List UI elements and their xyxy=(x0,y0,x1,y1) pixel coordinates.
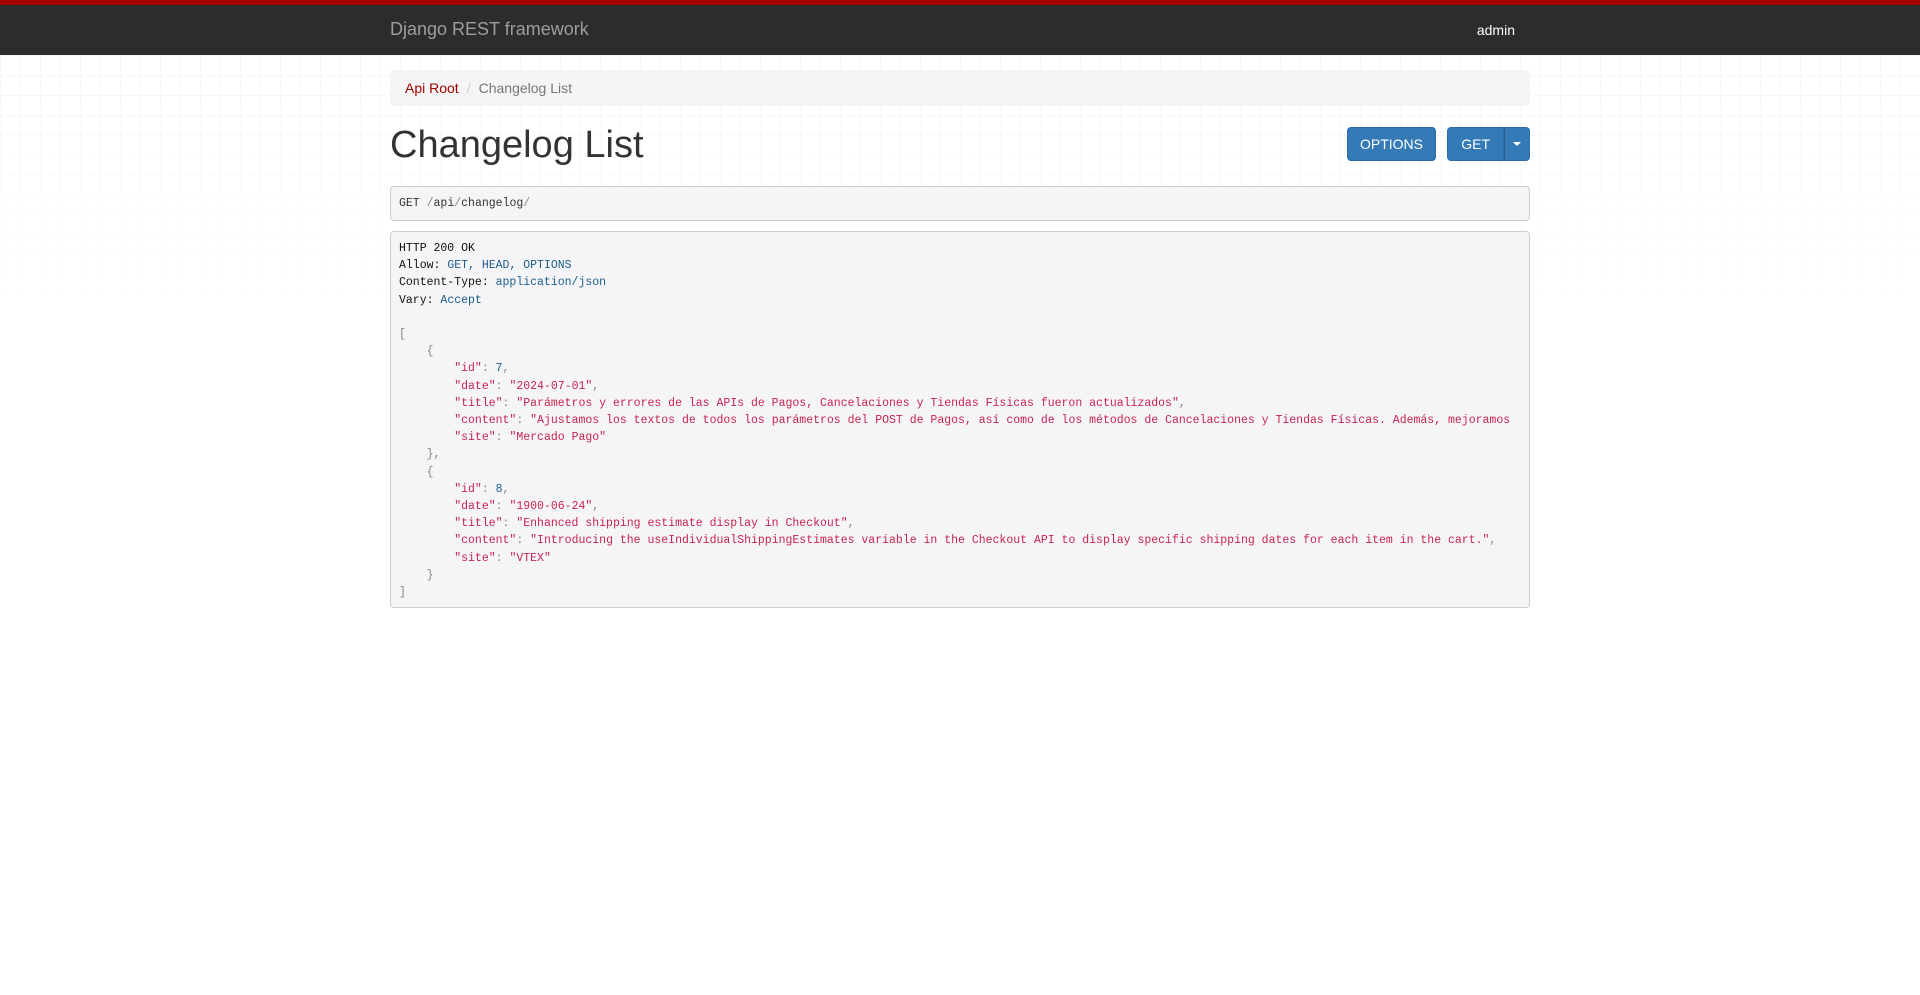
path-segment[interactable]: api xyxy=(434,197,455,210)
caret-down-icon xyxy=(1513,142,1521,146)
options-button[interactable]: OPTIONS xyxy=(1346,127,1436,161)
header-name: Content-Type: xyxy=(399,276,489,290)
json-bracket: [ xyxy=(399,328,406,342)
page-header: Changelog List OPTIONS GET xyxy=(390,106,1530,186)
json-value-title: "Parámetros y errores de las APIs de Pag… xyxy=(516,396,1179,410)
json-value-title: "Enhanced shipping estimate display in C… xyxy=(516,517,848,531)
header-value: application/json xyxy=(495,276,607,290)
json-value-site: "VTEX" xyxy=(509,551,551,565)
json-value-date: "1900-06-24" xyxy=(509,500,593,514)
json-key: "title" xyxy=(454,396,503,410)
json-value-content: "Ajustamos los textos de todos los parám… xyxy=(530,414,1511,428)
user-menu[interactable]: admin xyxy=(1477,22,1515,38)
json-key: "id" xyxy=(454,362,482,376)
json-brace: { xyxy=(426,465,434,479)
get-format-dropdown-button[interactable] xyxy=(1504,127,1530,161)
path-separator: / xyxy=(426,197,434,210)
get-button[interactable]: GET xyxy=(1447,127,1504,161)
header-name: Vary: xyxy=(399,293,434,307)
json-value-date: "2024-07-01" xyxy=(509,379,593,393)
main-content: Api Root / Changelog List Changelog List… xyxy=(390,70,1530,609)
header-value: GET, HEAD, OPTIONS xyxy=(447,259,572,273)
json-key: "date" xyxy=(454,379,496,393)
breadcrumb-api-root[interactable]: Api Root xyxy=(405,80,459,96)
get-button-group: GET xyxy=(1447,127,1530,161)
json-key: "site" xyxy=(454,431,496,445)
json-brace: }, xyxy=(426,448,441,462)
path-segment[interactable]: changelog xyxy=(461,197,523,210)
path-separator: / xyxy=(523,197,531,210)
header-name: Allow: xyxy=(399,259,441,273)
request-info: GET /api/changelog/ xyxy=(390,186,1530,221)
json-key: "content" xyxy=(454,414,517,428)
json-value-site: "Mercado Pago" xyxy=(509,431,607,445)
breadcrumb-separator: / xyxy=(466,80,471,96)
navbar: Django REST framework admin xyxy=(0,0,1920,55)
request-method: GET xyxy=(399,197,420,210)
response-info: HTTP 200 OK Allow: GET, HEAD, OPTIONS Co… xyxy=(390,231,1530,609)
json-value-content: "Introducing the useIndividualShippingEs… xyxy=(530,534,1490,548)
json-bracket: ] xyxy=(399,586,406,600)
breadcrumb-current: Changelog List xyxy=(478,80,572,96)
json-value-id: 7 xyxy=(495,362,503,376)
json-key: "date" xyxy=(454,500,496,514)
json-brace: { xyxy=(426,345,434,359)
json-key: "site" xyxy=(454,551,496,565)
brand-link[interactable]: Django REST framework xyxy=(390,19,589,40)
json-key: "title" xyxy=(454,517,503,531)
breadcrumb: Api Root / Changelog List xyxy=(390,70,1530,106)
json-value-id: 8 xyxy=(495,482,503,496)
json-key: "id" xyxy=(454,482,482,496)
response-status: HTTP 200 OK xyxy=(399,242,475,255)
json-key: "content" xyxy=(454,534,517,548)
json-brace: } xyxy=(426,568,434,582)
header-value: Accept xyxy=(440,293,482,307)
page-title: Changelog List xyxy=(390,124,644,166)
